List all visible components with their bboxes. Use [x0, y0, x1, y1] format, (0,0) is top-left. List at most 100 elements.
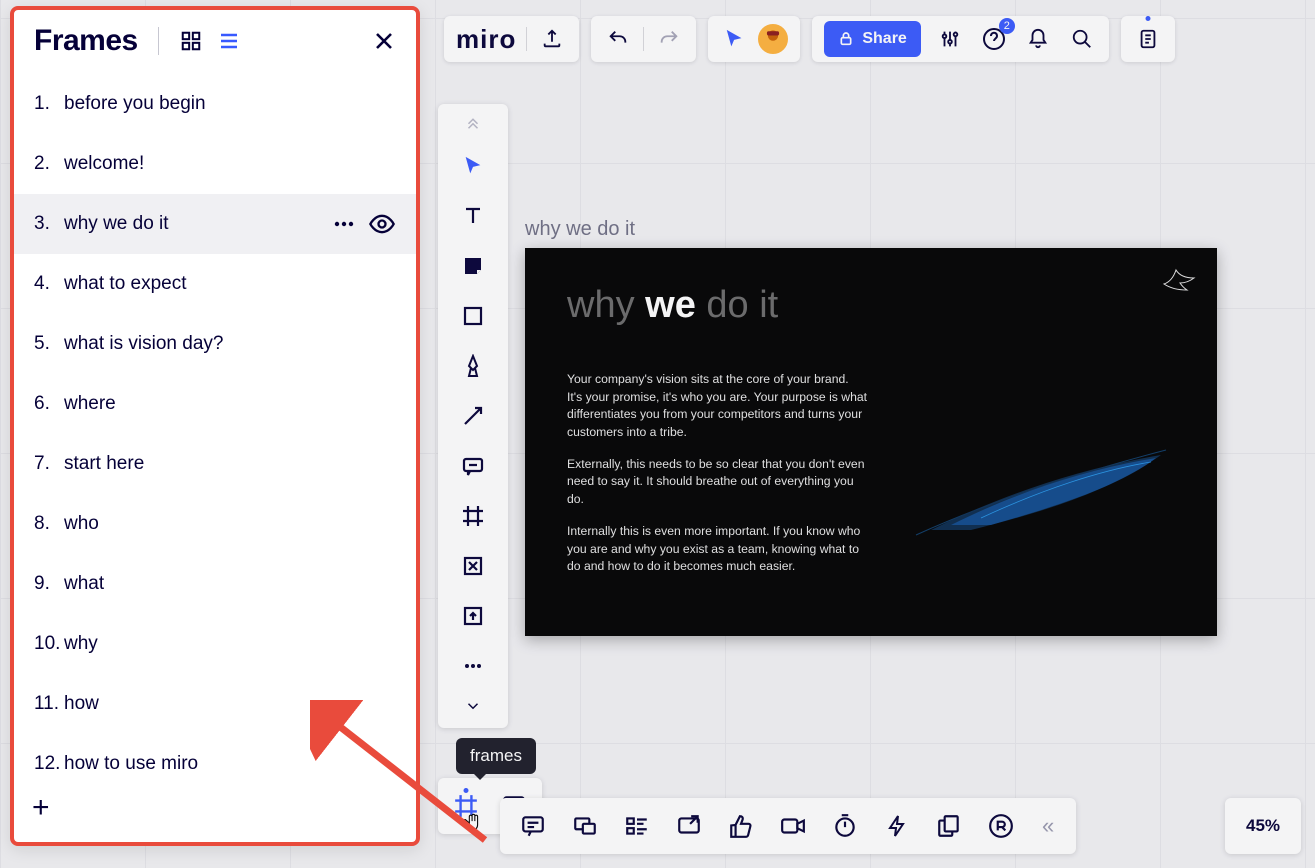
screen-share-button[interactable] [672, 809, 706, 843]
miro-logo: miro [456, 24, 516, 55]
expand-down-icon[interactable] [448, 694, 498, 718]
frames-tooltip: frames [456, 738, 536, 774]
frame-label: where [64, 393, 396, 415]
bird-icon [1159, 262, 1199, 292]
frame-label: before you begin [64, 93, 396, 115]
canvas-frame-label[interactable]: why we do it [525, 218, 635, 241]
frame-more-icon[interactable] [332, 212, 356, 236]
voting-button[interactable] [724, 809, 758, 843]
sticky-note-tool[interactable] [448, 244, 498, 288]
frame-number: 4. [34, 273, 64, 295]
frame-row-11[interactable]: 11.how [14, 674, 416, 734]
frame-label: what [64, 573, 396, 595]
frame-row-5[interactable]: 5.what is vision day? [14, 314, 416, 374]
frame-tool[interactable] [448, 494, 498, 538]
bottom-toolbar: « [500, 798, 1076, 854]
slide-frame[interactable]: why we do it Your company's vision sits … [525, 248, 1217, 636]
frame-visibility-icon[interactable] [368, 210, 396, 238]
frame-number: 7. [34, 453, 64, 475]
frame-label: how to use miro [64, 753, 396, 775]
frame-number: 9. [34, 573, 64, 595]
timer-button[interactable] [828, 809, 862, 843]
frame-number: 2. [34, 153, 64, 175]
frame-row-6[interactable]: 6.where [14, 374, 416, 434]
frame-row-12[interactable]: 12.how to use miro [14, 734, 416, 786]
shape-tool[interactable] [448, 294, 498, 338]
list-view-button[interactable] [217, 29, 241, 53]
frame-number: 3. [34, 213, 64, 235]
pen-tool[interactable] [448, 344, 498, 388]
frame-label: start here [64, 453, 396, 475]
frames-list: 1.before you begin2.welcome!3.why we do … [14, 66, 416, 786]
upload-tool[interactable] [448, 594, 498, 638]
frame-row-1[interactable]: 1.before you begin [14, 74, 416, 134]
help-button[interactable]: 2 [979, 24, 1009, 54]
frame-label: what to expect [64, 273, 396, 295]
user-avatar[interactable] [758, 24, 788, 54]
help-badge: 2 [999, 18, 1015, 34]
frame-label: welcome! [64, 153, 396, 175]
comment-tool[interactable] [448, 444, 498, 488]
frame-number: 1. [34, 93, 64, 115]
frame-row-10[interactable]: 10.why [14, 614, 416, 674]
frame-label: what is vision day? [64, 333, 396, 355]
frame-number: 8. [34, 513, 64, 535]
undo-redo-group [591, 16, 696, 62]
frame-label: how [64, 693, 396, 715]
registered-button[interactable] [984, 809, 1018, 843]
frame-label: who [64, 513, 396, 535]
frame-row-7[interactable]: 7.start here [14, 434, 416, 494]
close-box-tool[interactable] [448, 544, 498, 588]
slide-body: Your company's vision sits at the core o… [567, 371, 867, 576]
frame-number: 5. [34, 333, 64, 355]
frame-row-actions [332, 210, 396, 238]
frame-row-3[interactable]: 3.why we do it [14, 194, 416, 254]
card-view-button[interactable] [620, 809, 654, 843]
feather-graphic [911, 440, 1171, 550]
collapse-up-icon[interactable] [448, 114, 498, 138]
more-tools-button[interactable] [448, 644, 498, 688]
frame-number: 10. [34, 633, 64, 655]
frame-row-9[interactable]: 9.what [14, 554, 416, 614]
notifications-button[interactable] [1023, 24, 1053, 54]
text-tool[interactable] [448, 194, 498, 238]
frames-panel-title: Frames [34, 24, 138, 58]
slide-title: why we do it [567, 284, 1175, 327]
select-tool[interactable] [448, 144, 498, 188]
arrow-tool[interactable] [448, 394, 498, 438]
redo-button[interactable] [654, 24, 684, 54]
copy-button[interactable] [932, 809, 966, 843]
close-panel-button[interactable] [372, 29, 396, 53]
frame-label: why [64, 633, 396, 655]
share-settings-group: Share 2 [812, 16, 1108, 62]
chat-button[interactable] [568, 809, 602, 843]
export-button[interactable] [537, 24, 567, 54]
share-button-label: Share [862, 30, 906, 48]
frame-number: 11. [34, 693, 64, 715]
grid-view-button[interactable] [179, 29, 203, 53]
video-button[interactable] [776, 809, 810, 843]
notes-button[interactable] [1133, 24, 1163, 54]
frames-panel-toggle[interactable] [446, 786, 486, 826]
cursor-follow-icon[interactable] [720, 24, 750, 54]
frame-row-2[interactable]: 2.welcome! [14, 134, 416, 194]
frame-number: 12. [34, 753, 64, 775]
frame-row-8[interactable]: 8.who [14, 494, 416, 554]
frames-panel: Frames 1.before you begin2.welcome!3.why… [10, 6, 420, 846]
zoom-value: 45% [1246, 816, 1280, 836]
search-button[interactable] [1067, 24, 1097, 54]
tools-toolbar [438, 104, 508, 728]
comments-button[interactable] [516, 809, 550, 843]
frame-label: why we do it [64, 213, 332, 235]
activity-button[interactable] [880, 809, 914, 843]
notes-group [1121, 16, 1175, 62]
add-frame-button[interactable]: + [14, 786, 416, 830]
zoom-indicator[interactable]: 45% [1225, 798, 1301, 854]
share-button[interactable]: Share [824, 21, 920, 57]
undo-button[interactable] [603, 24, 633, 54]
frame-row-4[interactable]: 4.what to expect [14, 254, 416, 314]
logo-group: miro [444, 16, 579, 62]
frame-number: 6. [34, 393, 64, 415]
settings-button[interactable] [935, 24, 965, 54]
collapse-bottom-bar[interactable]: « [1036, 813, 1060, 839]
